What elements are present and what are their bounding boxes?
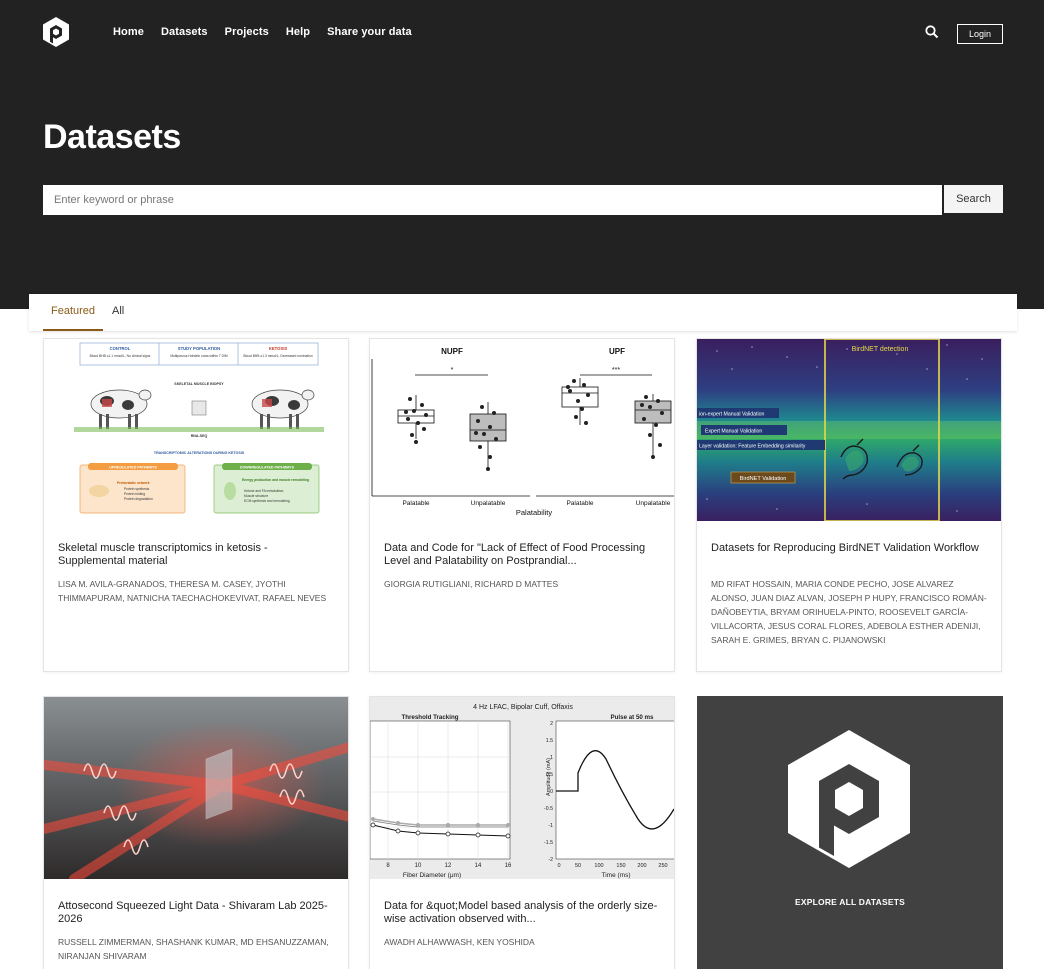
figure-population-text: Multiparous Holstein cows within 7 DIM: [170, 354, 228, 358]
cow-illustration-left: [90, 389, 152, 429]
figure-right-xtick: 0: [557, 863, 560, 869]
dataset-authors: LISA M. AVILA-GRANADOS, THERESA M. CASEY…: [58, 579, 327, 603]
figure-control-text: Blood BHB ≤1.1 mmol/L, No clinical signs: [90, 354, 151, 358]
dataset-thumbnail: NUPF UPF * *** Palatable Unpalatable Pal…: [370, 339, 674, 521]
dataset-card[interactable]: BirdNET detection ion-expert Manual Vali…: [696, 338, 1002, 672]
dataset-authors: RUSSELL ZIMMERMAN, SHASHANK KUMAR, MD EH…: [58, 937, 329, 961]
dataset-card[interactable]: 4 Hz LFAC, Bipolar Cuff, Offaxis Thresho…: [369, 696, 675, 969]
figure-left-xtick: 10: [415, 863, 422, 869]
figure-suptitle: 4 Hz LFAC, Bipolar Cuff, Offaxis: [473, 704, 573, 711]
figure-panel-left: NUPF: [441, 347, 463, 356]
dataset-title[interactable]: Data for &quot;Model based analysis of t…: [384, 900, 662, 926]
repository-logo-icon[interactable]: [42, 16, 70, 48]
figure-population-title: STUDY POPULATION: [178, 346, 220, 351]
figure-validation-label: BirdNET Validation: [740, 476, 787, 482]
figure-validation-label: Layer validation: Feature Embedding simi…: [699, 444, 806, 450]
figure-x-tick: Unpalatable: [636, 500, 671, 507]
figure-right-xlabel: Time (ms): [601, 872, 630, 879]
nav-help[interactable]: Help: [286, 24, 310, 40]
dataset-card[interactable]: Attosecond Squeezed Light Data - Shivara…: [43, 696, 349, 969]
figure-validation-label: ion-expert Manual Validation: [699, 412, 764, 418]
figure-ketosis-title: KETOSIS: [269, 346, 288, 351]
dataset-thumbnail: CONTROL Blood BHB ≤1.1 mmol/L, No clinic…: [44, 339, 348, 521]
figure-down-title: DOWNREGULATED PATHWAYS: [240, 466, 295, 470]
figure-x-tick: Unpalatable: [471, 500, 506, 507]
figure-down-item: Muscle structure: [244, 494, 268, 498]
repository-logo-icon: [788, 730, 910, 868]
figure-left-xtick: 8: [386, 863, 390, 869]
tab-all[interactable]: All: [108, 294, 128, 331]
figure-right-xtick: 100: [594, 863, 603, 869]
nav-datasets[interactable]: Datasets: [161, 24, 208, 40]
figure-sig-left: *: [451, 367, 454, 374]
nav-share-your-data[interactable]: Share your data: [327, 24, 412, 40]
explore-all-datasets-card[interactable]: EXPLORE ALL DATASETS: [697, 696, 1003, 969]
figure-validation-label: Expert Manual Validation: [705, 429, 762, 435]
dataset-authors: AWADH ALHAWWASH, KEN YOSHIDA: [384, 937, 535, 947]
figure-up-title: UPREGULATED PATHWAYS: [109, 466, 157, 470]
dataset-card[interactable]: NUPF UPF * *** Palatable Unpalatable Pal…: [369, 338, 675, 672]
figure-x-tick: Palatable: [566, 500, 593, 507]
figure-up-item: Proteostatic network: [117, 481, 150, 485]
figure-left-xlabel: Fiber Diameter (μm): [403, 872, 461, 879]
search-input[interactable]: [43, 185, 942, 215]
figure-up-item: Protein folding: [124, 492, 145, 496]
figure-right-ytick: 1.5: [546, 738, 553, 744]
figure-right-xtick: 250: [658, 863, 667, 869]
dataset-title[interactable]: Data and Code for "Lack of Effect of Foo…: [384, 542, 662, 568]
search-button[interactable]: Search: [944, 185, 1003, 213]
figure-right-title: Pulse at 50 ms: [611, 714, 655, 721]
tab-featured[interactable]: Featured: [43, 294, 103, 331]
dataset-authors: MD RIFAT HOSSAIN, MARIA CONDE PECHO, JOS…: [711, 579, 987, 645]
cow-illustration-right: [251, 389, 315, 429]
figure-left-title: Threshold Tracking: [401, 714, 458, 721]
figure-right-ytick: -1.5: [544, 840, 553, 846]
figure-sig-right: ***: [612, 367, 620, 374]
dataset-title[interactable]: Datasets for Reproducing BirdNET Validat…: [711, 542, 989, 555]
dataset-thumbnail: 4 Hz LFAC, Bipolar Cuff, Offaxis Thresho…: [370, 697, 674, 879]
hero-banner: Home Datasets Projects Help Share your d…: [0, 0, 1044, 309]
figure-control-title: CONTROL: [110, 346, 131, 351]
figure-right-ytick: -0.5: [544, 806, 553, 812]
figure-alterations: TRANSCRIPTOMIC ALTERATIONS DURING KETOSI…: [154, 451, 245, 455]
figure-biopsy: SKELETAL MUSCLE BIOPSY: [174, 382, 224, 386]
dataset-title[interactable]: Attosecond Squeezed Light Data - Shivara…: [58, 900, 336, 926]
main-nav: Home Datasets Projects Help Share your d…: [113, 24, 429, 40]
login-button[interactable]: Login: [957, 24, 1003, 44]
dataset-title[interactable]: Skeletal muscle transcriptomics in ketos…: [58, 542, 336, 568]
figure-right-ytick: 2: [550, 721, 553, 727]
nav-home[interactable]: Home: [113, 24, 144, 40]
figure-right-ytick: -1: [548, 823, 553, 829]
figure-xlabel: Palatability: [516, 508, 553, 517]
dataset-thumbnail: [44, 697, 348, 879]
figure-panel-right: UPF: [609, 347, 625, 356]
nav-projects[interactable]: Projects: [225, 24, 269, 40]
figure-right-ytick: -2: [548, 857, 553, 863]
figure-down-item: ECM synthesis and remodeling: [244, 499, 290, 503]
figure-up-item: Protein degradation: [124, 497, 153, 501]
dataset-tabs: Featured All: [29, 294, 1017, 331]
figure-right-ylabel: Amplitude (mA): [546, 758, 552, 796]
figure-ketosis-text: Blood BHB ≥1.3 mmol/L, Decreased ruminat…: [243, 354, 312, 358]
figure-right-xtick: 150: [616, 863, 625, 869]
figure-left-xtick: 16: [505, 863, 512, 869]
search-icon[interactable]: [924, 24, 940, 40]
figure-down-item: Energy production and muscle remodeling: [242, 478, 309, 482]
figure-rnaseq: RNA-SEQ: [191, 434, 208, 438]
dataset-authors: GIORGIA RUTIGLIANI, RICHARD D MATTES: [384, 579, 559, 589]
figure-right-xtick: 200: [637, 863, 646, 869]
figure-down-item: Ketone and FA metabolism: [244, 489, 284, 493]
figure-right-xtick: 50: [575, 863, 581, 869]
figure-left-xtick: 12: [445, 863, 452, 869]
page-title: Datasets: [43, 118, 181, 156]
dataset-thumbnail: BirdNET detection ion-expert Manual Vali…: [697, 339, 1001, 521]
figure-left-xtick: 14: [475, 863, 482, 869]
explore-all-datasets-link[interactable]: EXPLORE ALL DATASETS: [697, 897, 1003, 907]
dataset-card[interactable]: CONTROL Blood BHB ≤1.1 mmol/L, No clinic…: [43, 338, 349, 672]
figure-detection-label: BirdNET detection: [852, 346, 909, 353]
figure-up-item: Protein synthesis: [124, 487, 149, 491]
figure-x-tick: Palatable: [402, 500, 429, 507]
